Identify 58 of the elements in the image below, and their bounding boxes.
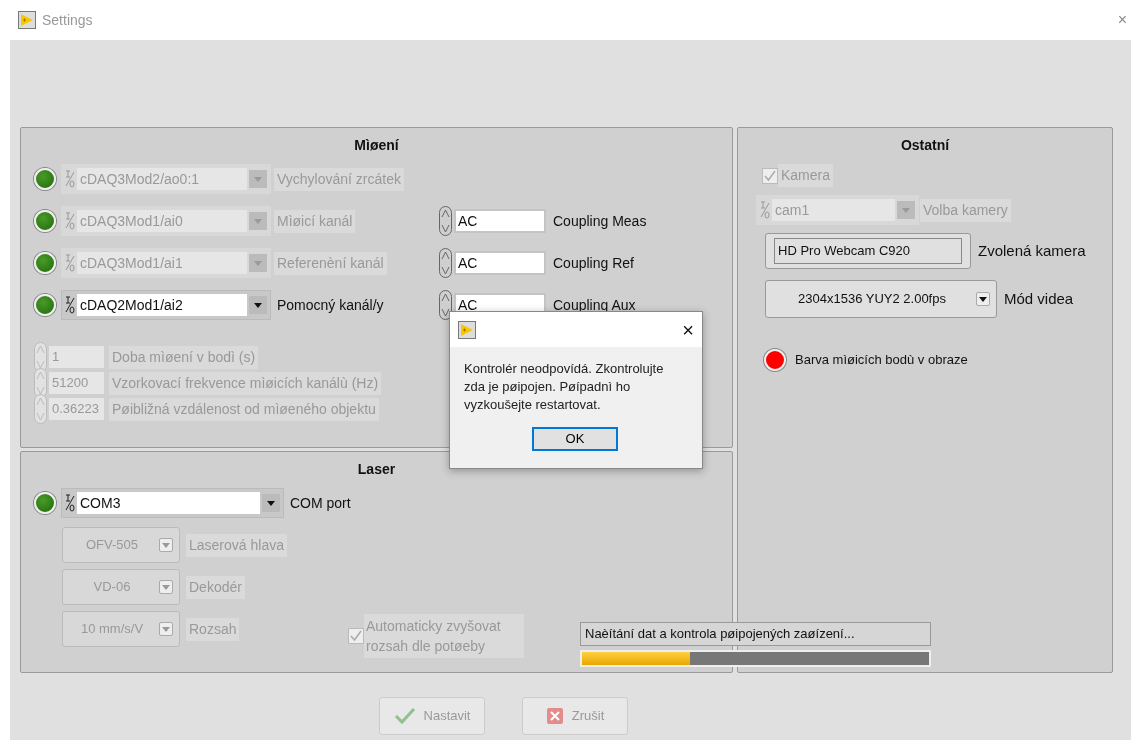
caret-icon [979,296,987,302]
checkbox-label: Kamera [778,164,834,187]
field-label: Rozsah [186,617,240,641]
caret-icon [902,207,910,213]
field-label: Coupling Meas [552,211,648,231]
close-button[interactable]: × [1117,8,1127,32]
close-icon [545,707,564,725]
close-button[interactable]: × [682,314,694,345]
field-label: Referenèní kanál [274,251,387,275]
checkbox-label: Automaticky zvyšovat rozsah dle potøeby [364,614,524,658]
field-label: Pomocný kanál/y [276,295,385,315]
field-label: COM port [289,493,352,513]
field-label: Coupling Aux [552,295,637,315]
caret-icon [254,176,262,182]
field-label: Zvolená kamera [977,240,1087,261]
status-text: Naèítání dat a kontrola pøipojených zaøízení... [580,622,931,646]
panel-title: Ostatní [899,136,951,155]
dropdown[interactable]: cDAQ2Mod1/ai2 [61,290,271,320]
caret-icon [254,302,262,308]
app-icon [458,320,476,339]
window-title: Settings [42,10,93,30]
check-icon [393,707,416,725]
field-label: Dekodér [186,575,245,599]
ok-button[interactable]: OK [532,427,618,451]
check-icon [764,169,776,182]
panel-title: Laser [356,460,397,479]
io-icon [65,295,75,315]
field-label: Laserová hlava [186,533,287,557]
field-label: Doba mìøení v bodì (s) [109,345,259,369]
caret-icon [254,218,262,224]
dropdown[interactable]: COM3 [61,488,284,518]
caret-icon [162,584,170,590]
io-icon [65,253,75,273]
io-icon [65,169,75,189]
ring-button[interactable]: 2304x1536 YUY2 2.00fps [765,280,997,318]
io-icon [760,200,770,220]
field-label: Mód videa [1003,288,1075,309]
field-label: Mìøicí kanál [274,209,356,233]
app-icon [18,11,36,29]
check-icon [350,630,362,642]
io-icon [65,211,75,231]
field-label: Barva mìøicích bodù v obraze [794,351,969,370]
field-label: Vzorkovací frekvence mìøicích kanálù (Hz) [109,371,382,395]
io-icon [65,493,75,513]
field-label: Pøibližná vzdálenost od mìøeného objektu [109,397,379,421]
caret-icon [254,260,262,266]
field-label: Vychylování zrcátek [274,167,404,191]
caret-icon [267,500,275,506]
text-indicator: HD Pro Webcam C920 [774,238,962,264]
spinner-icon[interactable] [439,206,452,236]
caret-icon [162,542,170,548]
field-label: Coupling Ref [552,253,635,273]
panel-title: Mìøení [353,136,400,155]
spinner-icon[interactable] [439,248,452,278]
dialog-message: Kontrolér neodpovídá. Zkontrolujte zda je pøipojen. Pøípadnì ho vyzkoušejte restartovat. [463,360,665,414]
spinner-icon[interactable] [439,290,452,320]
field-label: Volba kamery [920,198,1011,222]
caret-icon [162,626,170,632]
